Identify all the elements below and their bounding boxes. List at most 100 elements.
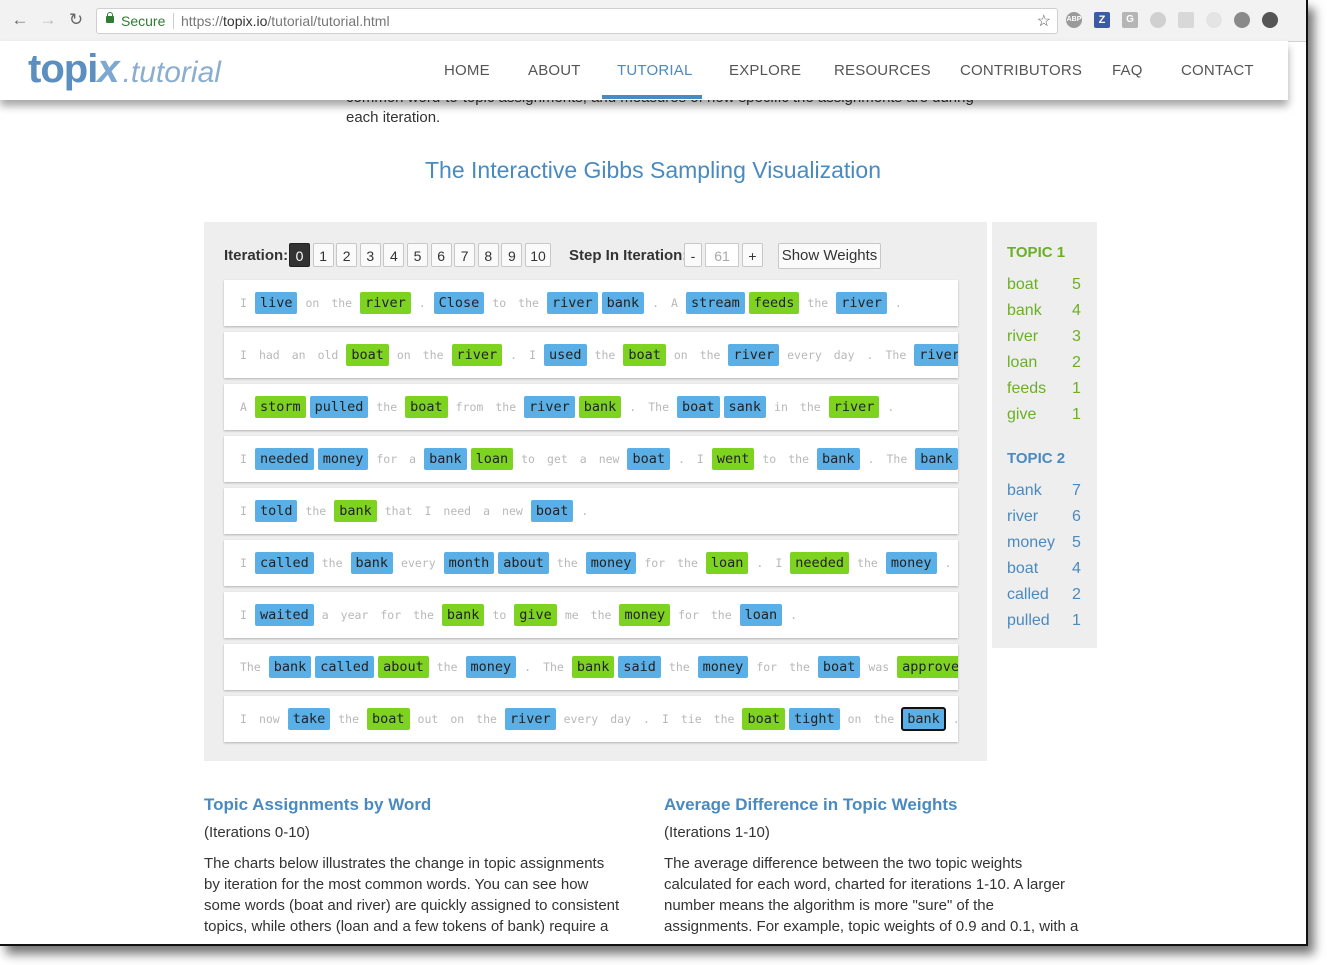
word-token[interactable]: river [451, 344, 503, 366]
puzzle-extension-icon[interactable] [1234, 12, 1250, 28]
word-token[interactable]: boat [623, 344, 666, 366]
word-token[interactable]: feeds [748, 292, 800, 314]
word-token[interactable]: bank [901, 707, 946, 731]
grid-extension-icon[interactable] [1178, 12, 1194, 28]
iteration-button[interactable]: 2 [336, 243, 358, 267]
word-token[interactable]: bank [571, 656, 615, 678]
iteration-button[interactable]: 8 [477, 243, 499, 267]
word-token[interactable]: give [514, 604, 557, 626]
word-token[interactable]: live [254, 292, 298, 314]
word-token[interactable]: money [885, 552, 937, 574]
word-token[interactable]: money [619, 604, 671, 626]
word-token[interactable]: boat [405, 396, 448, 418]
word-token[interactable]: boat [817, 656, 861, 678]
word-token[interactable]: bank [915, 448, 958, 470]
word-token[interactable]: tight [788, 708, 840, 730]
word-token[interactable]: bank [424, 448, 467, 470]
stop-word: to [521, 452, 535, 466]
word-token[interactable]: loan [705, 552, 749, 574]
adblock-extension-icon[interactable]: ABP [1066, 12, 1082, 28]
word-token[interactable]: called [315, 656, 375, 678]
back-arrow-icon[interactable]: ← [10, 10, 30, 30]
word-token[interactable]: boat [367, 708, 410, 730]
step-plus-button[interactable]: + [742, 243, 763, 267]
iteration-button[interactable]: 0 [289, 243, 310, 267]
word-token[interactable]: river [836, 292, 887, 314]
nav-tutorial[interactable]: TUTORIAL [617, 62, 693, 79]
word-token[interactable]: loan [470, 448, 514, 470]
iteration-button[interactable]: 4 [383, 243, 405, 267]
iteration-button[interactable]: 5 [407, 243, 428, 267]
word-token[interactable]: month [443, 552, 495, 574]
circle-extension-icon[interactable] [1206, 12, 1222, 28]
word-token[interactable]: sank [723, 396, 767, 418]
word-token[interactable]: approved [897, 656, 958, 678]
word-token[interactable]: money [585, 552, 637, 574]
iteration-button[interactable]: 7 [454, 243, 476, 267]
g-extension-icon[interactable]: G [1122, 12, 1138, 28]
word-token[interactable]: river [504, 708, 556, 730]
word-token[interactable]: about [498, 552, 549, 574]
word-token[interactable]: said [618, 656, 661, 678]
word-token[interactable]: boat [530, 500, 574, 522]
word-token[interactable]: boat [627, 448, 670, 470]
word-token[interactable]: bank [578, 396, 622, 418]
word-token[interactable]: boat [346, 344, 389, 366]
word-token[interactable]: told [254, 500, 298, 522]
iteration-button[interactable]: 9 [501, 243, 523, 267]
sync-extension-icon[interactable] [1262, 12, 1278, 28]
stop-word: The [886, 452, 908, 466]
word-token[interactable]: river [360, 292, 411, 314]
word-token[interactable]: money [465, 656, 517, 678]
word-token[interactable]: bank [268, 656, 312, 678]
word-token[interactable]: boat [677, 396, 720, 418]
word-token[interactable]: bank [334, 500, 377, 522]
iteration-button[interactable]: 6 [430, 243, 452, 267]
nav-resources[interactable]: RESOURCES [834, 62, 931, 79]
step-input[interactable]: 61 [705, 243, 739, 267]
nav-contact[interactable]: CONTACT [1181, 62, 1254, 79]
reload-icon[interactable]: ↻ [66, 10, 86, 30]
nav-explore[interactable]: EXPLORE [729, 62, 801, 79]
word-token[interactable]: bank [441, 604, 485, 626]
iteration-button[interactable]: 10 [525, 243, 551, 267]
word-token[interactable]: stream [685, 292, 745, 314]
word-token[interactable]: river [828, 396, 880, 418]
word-token[interactable]: river [728, 344, 780, 366]
word-token[interactable]: bank [350, 552, 394, 574]
bookmark-star-icon[interactable]: ☆ [1037, 11, 1051, 31]
word-token[interactable]: river [546, 292, 598, 314]
word-token[interactable]: needed [790, 552, 850, 574]
word-token[interactable]: boat [742, 708, 785, 730]
show-weights-button[interactable]: Show Weights [778, 243, 881, 269]
word-token[interactable]: bank [817, 448, 860, 470]
word-token[interactable]: river [524, 396, 575, 418]
word-token[interactable]: went [711, 448, 755, 470]
word-token[interactable]: called [254, 552, 314, 574]
site-logo[interactable]: topix .tutorial [28, 47, 221, 92]
word-token[interactable]: money [697, 656, 749, 678]
word-token[interactable]: used [544, 344, 587, 366]
nav-about[interactable]: ABOUT [528, 62, 581, 79]
word-token[interactable]: loan [739, 604, 783, 626]
word-token[interactable]: needed [254, 448, 314, 470]
word-token[interactable]: take [287, 708, 331, 730]
address-bar[interactable]: Secure https://topix.io/tutorial/tutoria… [96, 8, 1058, 34]
word-token[interactable]: about [378, 656, 429, 678]
word-token[interactable]: bank [601, 292, 645, 314]
nav-faq[interactable]: FAQ [1112, 62, 1143, 79]
word-token[interactable]: Close [433, 292, 485, 314]
snowflake-extension-icon[interactable] [1150, 12, 1166, 28]
word-token[interactable]: waited [254, 604, 314, 626]
z-extension-icon[interactable]: Z [1094, 12, 1110, 28]
iteration-button[interactable]: 3 [359, 243, 381, 267]
forward-arrow-icon[interactable]: → [38, 10, 58, 30]
step-minus-button[interactable]: - [684, 243, 702, 267]
word-token[interactable]: storm [254, 396, 306, 418]
word-token[interactable]: money [317, 448, 369, 470]
word-token[interactable]: river [914, 344, 958, 366]
nav-contributors[interactable]: CONTRIBUTORS [960, 62, 1082, 79]
nav-home[interactable]: HOME [444, 62, 490, 79]
iteration-button[interactable]: 1 [312, 243, 334, 267]
word-token[interactable]: pulled [309, 396, 369, 418]
